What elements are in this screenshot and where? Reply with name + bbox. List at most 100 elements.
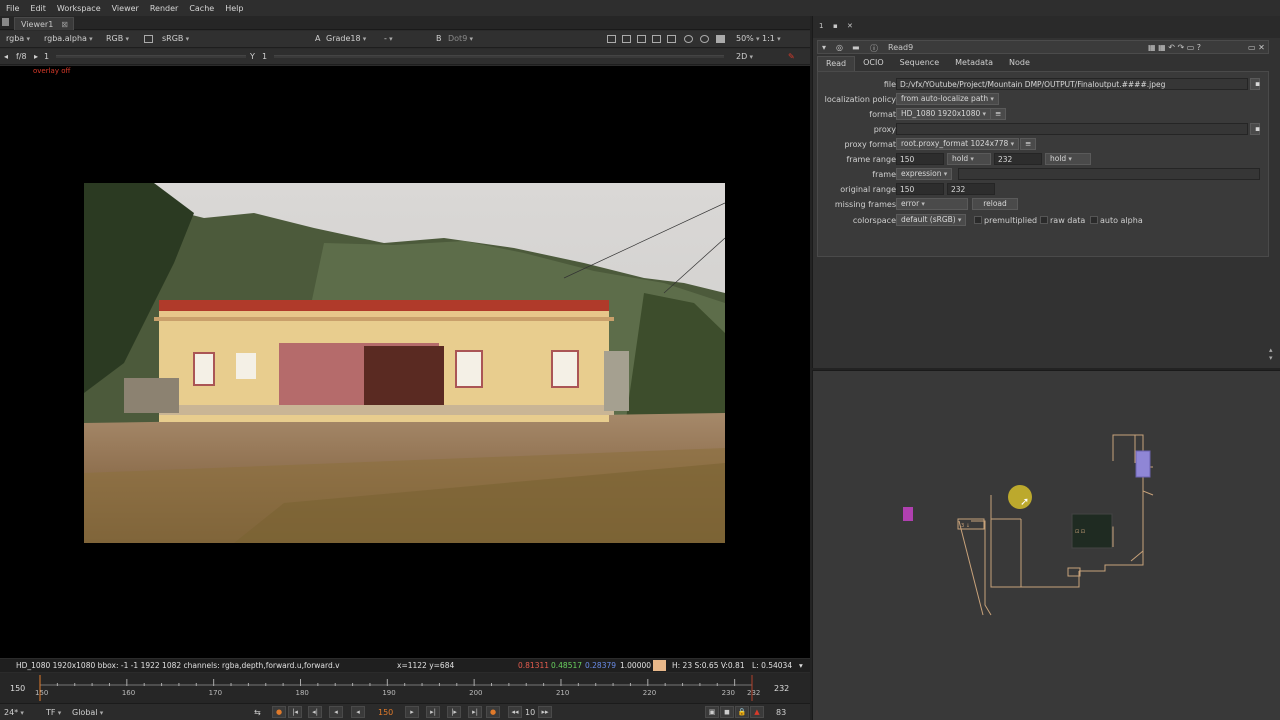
tab-node[interactable]: Node [1001,56,1038,71]
help-bar-icons[interactable]: ▦ ▦ ↶ ↷ ▭ ? [1148,43,1201,52]
next-frame-icon[interactable]: ▸| [426,706,440,718]
colorspace-dropdown[interactable]: sRGB [162,34,189,43]
localization-dropdown[interactable]: from auto-localize path [896,93,999,105]
last-frame-icon[interactable]: ▸| [468,706,482,718]
menu-cache[interactable]: Cache [189,4,214,13]
render-icon[interactable]: ▲ [750,706,764,718]
channels-dropdown[interactable]: rgba [6,34,30,43]
ruler-icon[interactable] [652,35,661,43]
format-menu-icon[interactable]: ≡ [990,108,1007,120]
zoom-dropdown[interactable]: 50% [736,34,760,43]
current-frame-field[interactable]: 150 [378,708,393,717]
fstop-arrow-left-icon[interactable]: ◂ [4,52,8,61]
timeline-format-dropdown[interactable]: TF [46,708,61,717]
roi-icon[interactable] [607,35,616,43]
frame-mode-dropdown[interactable]: expression [896,168,953,180]
first-frame-icon[interactable]: |◂ [288,706,302,718]
stop-icon[interactable]: ● [486,706,500,718]
window-icons[interactable]: ▭ ✕ [1248,43,1265,52]
proxy-browse-icon[interactable]: ▪ [1250,123,1260,135]
pane-menu-icon[interactable] [2,18,9,26]
gain-slider[interactable] [56,55,246,58]
timeline-ruler[interactable]: 150 160 170 180 190 200 210 220 230 232 [0,673,810,703]
raw-data-checkbox[interactable] [1040,216,1048,224]
float-icon[interactable]: ◎ [836,43,843,52]
menu-workspace[interactable]: Workspace [57,4,101,13]
play-forward-icon[interactable]: ▸ [405,706,419,718]
lock-icon[interactable]: ▪ [833,22,838,30]
timeline[interactable]: 150 232 150 160 170 180 190 200 210 220 230 232 [0,673,810,703]
tab-metadata[interactable]: Metadata [947,56,1001,71]
display-channel-dropdown[interactable]: RGB [106,34,129,43]
fps-dropdown[interactable]: 24* [4,708,24,717]
reload-button[interactable]: reload [972,198,1018,210]
info-menu-icon[interactable]: ▾ [799,661,803,670]
pause-icon[interactable] [716,35,725,43]
frame-range-end-input[interactable]: 232 [994,153,1042,165]
close-tab-icon[interactable]: ⊠ [61,20,68,29]
loop-icon[interactable]: ▣ [705,706,719,718]
prev-increment-icon[interactable]: ◂ [329,706,343,718]
viewer-viewport[interactable]: overlay off [0,66,810,658]
max-panels-field[interactable]: 1 [819,22,823,30]
lock-range-icon[interactable]: 🔒 [735,706,749,718]
after-mode-dropdown[interactable]: hold [1045,153,1091,165]
menu-file[interactable]: File [6,4,19,13]
bounce-icon[interactable]: ⇆ [254,708,261,717]
cache-icon[interactable]: ◼ [720,706,734,718]
collapse-icon[interactable]: ▾ [822,43,826,52]
ratio-dropdown[interactable]: 1:1 [762,34,781,43]
mask-icon[interactable] [667,35,676,43]
premultiplied-checkbox[interactable] [974,216,982,224]
frame-expression-input[interactable] [958,168,1260,180]
frame-range-start-input[interactable]: 150 [896,153,944,165]
tab-sequence[interactable]: Sequence [892,56,947,71]
fstop-value[interactable]: f/8 [16,52,27,61]
refresh-icon[interactable] [684,35,693,43]
clipping-icon[interactable] [637,35,646,43]
file-browse-icon[interactable]: ▪ [1250,78,1260,90]
paint-icon[interactable]: ✎ [788,52,795,61]
gain-value[interactable]: 1 [44,52,49,61]
format-dropdown[interactable]: HD_1080 1920x1080 [896,108,991,120]
next-keyframe-icon[interactable]: |▸ [447,706,461,718]
proxy-input[interactable] [896,123,1248,135]
menu-edit[interactable]: Edit [30,4,46,13]
alpha-channel-dropdown[interactable]: rgba.alpha [44,34,93,43]
input-a-dropdown[interactable]: Grade18 [326,34,366,43]
proxy-format-menu-icon[interactable]: ≡ [1020,138,1037,150]
gamma-value[interactable]: 1 [262,52,267,61]
wipe-mode-dropdown[interactable]: - [384,34,393,43]
before-mode-dropdown[interactable]: hold [947,153,991,165]
colorspace-dropdown[interactable]: default (sRGB) [896,214,967,226]
back-increment-icon[interactable]: ◂◂ [508,706,522,718]
auto-alpha-checkbox[interactable] [1090,216,1098,224]
scroll-arrows-icon[interactable]: ▴ ▾ [1269,346,1273,362]
clear-panels-icon[interactable]: ✕ [847,22,853,30]
menu-help[interactable]: Help [225,4,243,13]
view-mode-dropdown[interactable]: 2D [736,52,753,61]
menu-render[interactable]: Render [150,4,178,13]
menu-viewer[interactable]: Viewer [112,4,139,13]
record-icon[interactable]: ● [272,706,286,718]
frame-increment-field[interactable]: 10 [525,708,535,717]
original-range-end-input[interactable]: 232 [947,183,995,195]
play-backward-icon[interactable]: ◂ [351,706,365,718]
gpu-icon[interactable] [700,35,709,43]
node-name[interactable]: Read9 [888,43,913,52]
gamma-slider[interactable] [274,55,724,58]
tab-ocio[interactable]: OCIO [855,56,892,71]
center-icon[interactable]: ⓘ [870,43,878,54]
ip-icon[interactable] [144,35,153,43]
original-range-start-input[interactable]: 150 [896,183,944,195]
tab-viewer1[interactable]: Viewer1 ⊠ [14,17,74,30]
missing-frames-dropdown[interactable]: error [896,198,968,210]
tab-read[interactable]: Read [817,56,856,71]
input-b-dropdown[interactable]: Dot9 [448,34,473,43]
fstop-arrow-right-icon[interactable]: ▸ [34,52,38,61]
range-scope-dropdown[interactable]: Global [72,708,103,717]
node-graph[interactable]: 3 ↓ ⊡ ⊡ ➚ [812,370,1280,720]
region-icon[interactable] [622,35,631,43]
prev-keyframe-icon[interactable]: ◂| [308,706,322,718]
file-path-input[interactable]: D:/vfx/YOutube/Project/Mountain DMP/OUTP… [896,78,1248,90]
